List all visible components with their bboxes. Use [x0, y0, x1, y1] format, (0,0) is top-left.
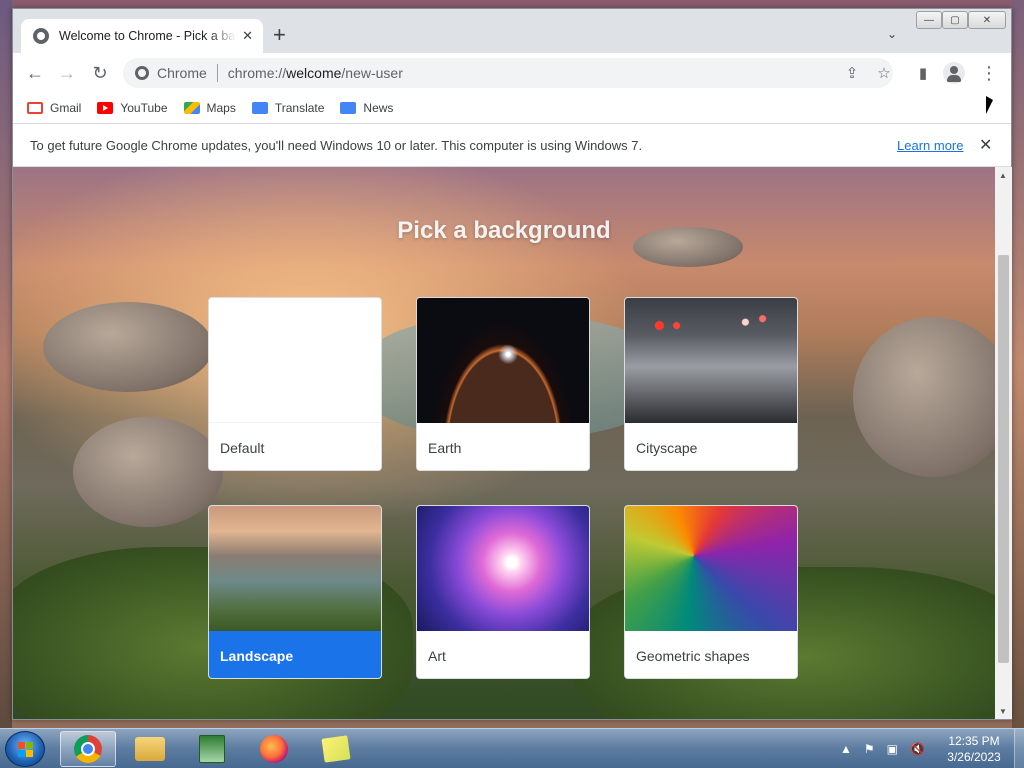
landscape-thumbnail	[209, 506, 381, 631]
scrollbar-thumb[interactable]	[998, 255, 1009, 663]
bookmark-gmail[interactable]: Gmail	[27, 101, 81, 115]
background-option-earth[interactable]: Earth	[416, 297, 590, 471]
page-heading: Pick a background	[397, 217, 611, 244]
background-option-landscape[interactable]: Landscape	[208, 505, 382, 679]
url-scheme: chrome://	[227, 65, 287, 81]
taskbar-file-explorer[interactable]	[122, 731, 178, 767]
close-window-button[interactable]: ✕	[968, 11, 1006, 29]
toolbar: ← → ↻ Chrome chrome:// welcome /new-user…	[13, 53, 1011, 93]
mouse-cursor-icon	[986, 96, 993, 114]
forward-button[interactable]: →	[55, 61, 79, 85]
chrome-chip-icon	[135, 66, 149, 80]
page-scrollbar[interactable]: ▲ ▼	[995, 167, 1012, 719]
bookmark-label: YouTube	[120, 101, 168, 115]
menu-icon[interactable]: ⋮	[979, 63, 999, 83]
taskbar-firefox[interactable]	[246, 731, 302, 767]
firefox-icon	[260, 735, 288, 763]
translate-icon	[251, 102, 268, 114]
background-option-label: Cityscape	[625, 423, 797, 470]
gmail-icon	[27, 102, 43, 114]
welcome-page: Pick a background Default Earth Cityscap…	[13, 167, 995, 719]
taskbar-sticky-notes[interactable]	[308, 731, 364, 767]
network-icon[interactable]: ▣	[887, 742, 898, 756]
tab-welcome[interactable]: Welcome to Chrome - Pick a background ✕	[21, 19, 263, 53]
show-hidden-icons-arrow-icon[interactable]: ▲	[840, 742, 852, 756]
tab-search-button[interactable]: ⌄	[887, 27, 897, 41]
chrome-favicon-icon	[33, 28, 49, 44]
tab-strip: Welcome to Chrome - Pick a background ✕ …	[13, 9, 1011, 53]
scroll-down-arrow-icon[interactable]: ▼	[999, 707, 1007, 716]
minimize-button[interactable]: —	[916, 11, 942, 29]
clock-date: 3/26/2023	[947, 750, 1001, 764]
share-icon[interactable]: ⇪	[842, 63, 862, 83]
maximize-button[interactable]: ▢	[942, 11, 968, 29]
back-button[interactable]: ←	[23, 61, 47, 85]
scroll-up-arrow-icon[interactable]: ▲	[999, 171, 1007, 180]
youtube-icon	[97, 102, 114, 114]
default-thumbnail	[209, 298, 381, 423]
omnibox-chip: Chrome	[157, 65, 207, 81]
bookmark-label: Gmail	[50, 101, 82, 115]
update-infobar: To get future Google Chrome updates, you…	[13, 123, 1011, 167]
chrome-icon	[74, 735, 102, 763]
action-center-flag-icon[interactable]: ⚑	[864, 742, 875, 756]
news-icon	[340, 102, 357, 114]
background-option-cityscape[interactable]: Cityscape	[624, 297, 798, 471]
art-thumbnail	[417, 506, 589, 631]
learn-more-link[interactable]: Learn more	[897, 138, 963, 153]
desktop-left-edge	[0, 0, 12, 728]
background-option-label: Landscape	[209, 631, 381, 678]
background-option-label: Earth	[417, 423, 589, 470]
geometric-shapes-thumbnail	[625, 506, 797, 631]
new-tab-button[interactable]: +	[273, 23, 286, 47]
taskbar-task-monitor[interactable]	[184, 731, 240, 767]
sticky-notes-icon	[321, 735, 351, 763]
bookmark-translate[interactable]: Translate	[251, 101, 325, 115]
url-host: welcome	[286, 65, 342, 81]
bookmark-news[interactable]: News	[340, 101, 393, 115]
earth-thumbnail	[417, 298, 589, 423]
background-option-label: Geometric shapes	[625, 631, 797, 678]
file-explorer-icon	[135, 737, 165, 761]
maps-icon	[183, 102, 200, 114]
system-tray: ▲ ⚑ ▣ 🔇	[840, 729, 937, 768]
clock[interactable]: 12:35 PM 3/26/2023	[934, 733, 1014, 765]
desktop-right-edge	[1012, 0, 1024, 728]
taskbar-chrome[interactable]	[60, 731, 116, 767]
bookmark-label: Maps	[206, 101, 236, 115]
background-rock	[73, 417, 223, 527]
omnibox-separator	[216, 64, 218, 82]
start-button[interactable]	[5, 731, 45, 767]
background-option-label: Default	[209, 423, 381, 470]
background-rock	[853, 317, 995, 477]
bookmarks-bar: Gmail YouTube Maps Translate News	[13, 93, 1011, 123]
taskbar: ▲ ⚑ ▣ 🔇 12:35 PM 3/26/2023	[0, 728, 1024, 768]
bookmark-youtube[interactable]: YouTube	[97, 101, 168, 115]
bookmark-maps[interactable]: Maps	[183, 101, 236, 115]
bookmark-label: Translate	[274, 101, 325, 115]
show-desktop-button[interactable]	[1014, 729, 1024, 768]
tab-close-icon[interactable]: ✕	[242, 28, 253, 44]
bookmark-star-icon[interactable]: ☆	[874, 63, 894, 83]
bookmark-label: News	[363, 101, 394, 115]
background-option-default[interactable]: Default	[208, 297, 382, 471]
side-panel-icon[interactable]: ▮	[913, 63, 933, 83]
cityscape-thumbnail	[625, 298, 797, 423]
volume-muted-icon[interactable]: 🔇	[910, 742, 925, 756]
tab-title: Welcome to Chrome - Pick a background	[59, 29, 236, 43]
task-monitor-icon	[199, 735, 225, 763]
background-option-art[interactable]: Art	[416, 505, 590, 679]
windows-logo-icon	[18, 742, 34, 758]
infobar-message: To get future Google Chrome updates, you…	[30, 137, 643, 153]
clock-time: 12:35 PM	[948, 734, 1000, 748]
browser-window: Welcome to Chrome - Pick a background ✕ …	[12, 8, 1012, 720]
infobar-close-icon[interactable]: ✕	[979, 135, 992, 155]
background-rock	[43, 302, 213, 392]
background-option-label: Art	[417, 631, 589, 678]
reload-button[interactable]: ↻	[88, 61, 112, 85]
background-option-geometric-shapes[interactable]: Geometric shapes	[624, 505, 798, 679]
profile-avatar-icon[interactable]	[943, 62, 965, 84]
url-path: /new-user	[341, 65, 403, 81]
address-bar[interactable]: Chrome chrome:// welcome /new-user	[123, 58, 893, 88]
